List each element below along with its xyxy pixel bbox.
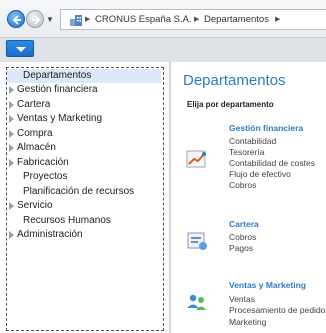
navigation-menu: Departamentos Gestión financiera Cartera… [0,62,170,333]
expand-arrow-icon[interactable] [9,231,14,239]
section-link[interactable]: Cobros [229,232,256,242]
section-link[interactable]: Marketing [229,317,266,327]
menu-item-departamentos[interactable]: Departamentos [7,69,161,83]
section-link[interactable]: Contabilidad de costes [229,158,315,168]
expand-arrow-icon[interactable] [9,115,14,123]
expand-arrow-icon[interactable] [9,86,14,94]
expand-arrow-icon[interactable] [9,101,14,109]
expand-arrow-icon[interactable] [9,144,14,152]
expand-arrow-icon[interactable] [9,202,14,210]
menu-item-almacen[interactable]: Almacén [7,141,161,155]
section-link[interactable]: Pagos [229,243,253,253]
menu-item-label: Cartera [17,99,51,110]
people-icon [187,294,206,310]
back-button[interactable] [7,10,25,28]
section-link[interactable]: Flujo de efectivo [229,169,291,179]
departments-page: Departamentos Elija por departamento Ges… [170,62,326,333]
section-link[interactable]: Ventas [229,294,255,304]
breadcrumb-company[interactable]: CRONUS España S.A. [95,14,192,25]
menu-item-label: Compra [17,128,53,139]
breadcrumb-page[interactable]: Departamentos [204,14,269,25]
menu-item-proyectos[interactable]: Proyectos [7,170,161,184]
section-link[interactable]: Tesorería [229,147,264,157]
address-toolbar: ▼ ▶ CRONUS España S.A. ▶ Departamentos ▶ [0,0,326,38]
menu-item-label: Planificación de recursos [23,186,135,197]
menu-item-label: Proyectos [23,171,68,182]
menu-item-servicio[interactable]: Servicio [7,199,161,213]
menu-item-label: Gestión financiera [17,84,98,95]
menu-item-planificacion-recursos[interactable]: Planificación de recursos [7,185,161,199]
menu-item-fabricacion[interactable]: Fabricación [7,156,161,170]
chevron-right-icon: ▶ [85,16,91,23]
menu-item-cartera[interactable]: Cartera [7,98,161,112]
expand-arrow-icon[interactable] [9,159,14,167]
chevron-right-icon: ▶ [275,16,281,23]
finance-chart-icon [186,150,206,168]
history-dropdown[interactable]: ▼ [46,15,54,24]
menu-item-ventas-marketing[interactable]: Ventas y Marketing [7,112,161,126]
arrow-right-icon [32,15,41,25]
section-link[interactable]: Procesamiento de pedidos [229,305,326,315]
menu-item-label: Recursos Humanos [23,215,111,226]
app-menu-button[interactable] [6,40,34,57]
menu-item-recursos-humanos[interactable]: Recursos Humanos [7,214,161,228]
forward-button[interactable] [26,10,44,28]
menu-item-compra[interactable]: Compra [7,127,161,141]
menu-item-gestion-financiera[interactable]: Gestión financiera [7,83,161,97]
page-title: Departamentos [183,72,286,89]
section-title-sales[interactable]: Ventas y Marketing [229,280,306,290]
menu-item-label: Fabricación [17,157,69,168]
section-link[interactable]: Contabilidad [229,136,276,146]
menu-item-label: Almacén [17,142,56,153]
page-subtitle: Elija por departamento [187,100,274,109]
menu-item-label: Servicio [17,200,53,211]
portfolio-icon [187,232,207,250]
chevron-right-icon: ▶ [194,16,200,23]
address-bar[interactable]: ▶ CRONUS España S.A. ▶ Departamentos ▶ [60,9,326,30]
section-title-portfolio[interactable]: Cartera [229,219,259,229]
triangle-down-icon [16,47,26,52]
menu-item-label: Administración [17,229,83,240]
menu-item-label: Ventas y Marketing [17,113,103,124]
menu-item-administracion[interactable]: Administración [7,228,161,242]
section-link[interactable]: Cobros [229,180,256,190]
arrow-left-icon [12,15,21,25]
menu-focus-box: Departamentos Gestión financiera Cartera… [6,67,164,331]
section-title-finance[interactable]: Gestión financiera [229,123,303,133]
expand-arrow-icon[interactable] [9,130,14,138]
menu-item-label: Departamentos [23,70,92,81]
company-icon [70,15,82,26]
